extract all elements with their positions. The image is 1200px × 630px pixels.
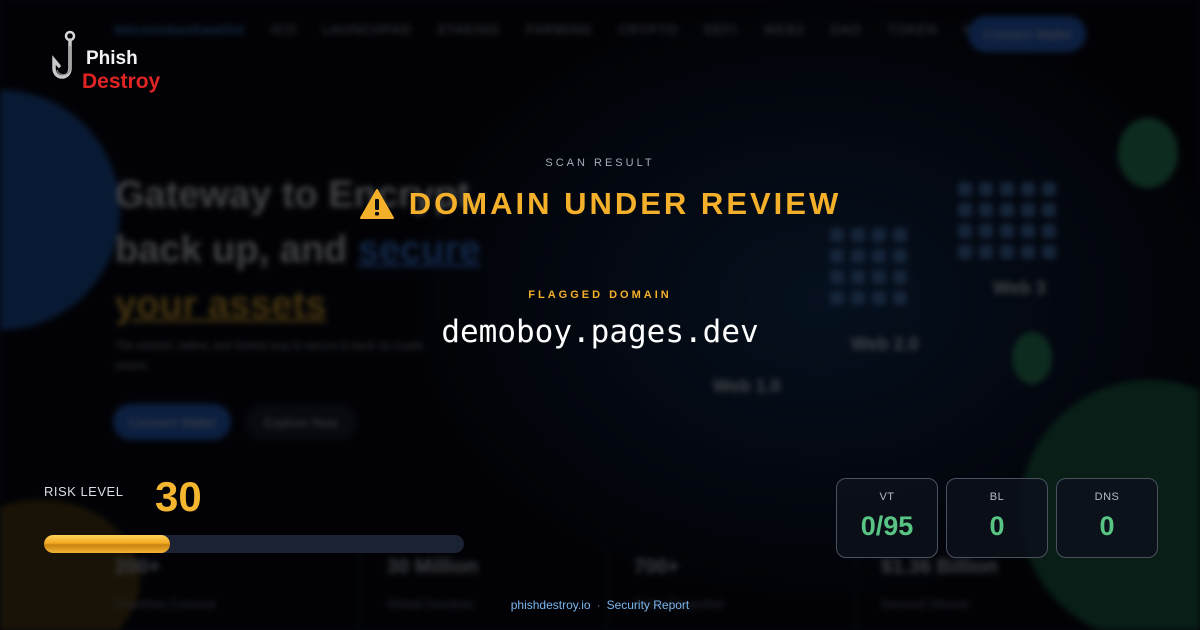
flagged-domain-value: demoboy.pages.dev	[441, 314, 759, 350]
logo-text-phish: Phish	[86, 48, 138, 69]
risk-level-bar	[44, 535, 464, 553]
footer-report-label: Security Report	[606, 598, 690, 612]
footer: phishdestroy.io · Security Report	[0, 598, 1200, 612]
stat-card-value: 0	[989, 511, 1005, 541]
stat-card-bl: BL 0	[946, 478, 1048, 558]
risk-level-bar-fill	[44, 535, 170, 553]
stat-card-label: BL	[989, 491, 1005, 503]
stat-card-label: VT	[879, 491, 895, 503]
footer-site-link[interactable]: phishdestroy.io	[511, 598, 591, 612]
stat-card-label: DNS	[1094, 491, 1120, 503]
risk-level-label: RISK LEVEL	[44, 484, 124, 499]
scan-status-text: DOMAIN UNDER REVIEW	[408, 186, 842, 221]
phishdestroy-logo: Phish Destroy	[50, 30, 170, 94]
warning-icon	[359, 189, 394, 219]
logo-text-destroy: Destroy	[82, 70, 161, 93]
stat-card-dns: DNS 0	[1056, 478, 1158, 558]
fish-hook-icon	[52, 30, 76, 79]
footer-separator: ·	[596, 598, 601, 612]
scan-result-label: SCAN RESULT	[545, 157, 655, 169]
scan-status: DOMAIN UNDER REVIEW	[0, 186, 1200, 222]
stat-card-value: 0/95	[860, 511, 914, 541]
risk-level-value: 30	[155, 473, 202, 520]
stat-card-value: 0	[1099, 511, 1115, 541]
stat-card-vt: VT 0/95	[836, 478, 938, 558]
flagged-domain-label: FLAGGED DOMAIN	[528, 289, 672, 301]
